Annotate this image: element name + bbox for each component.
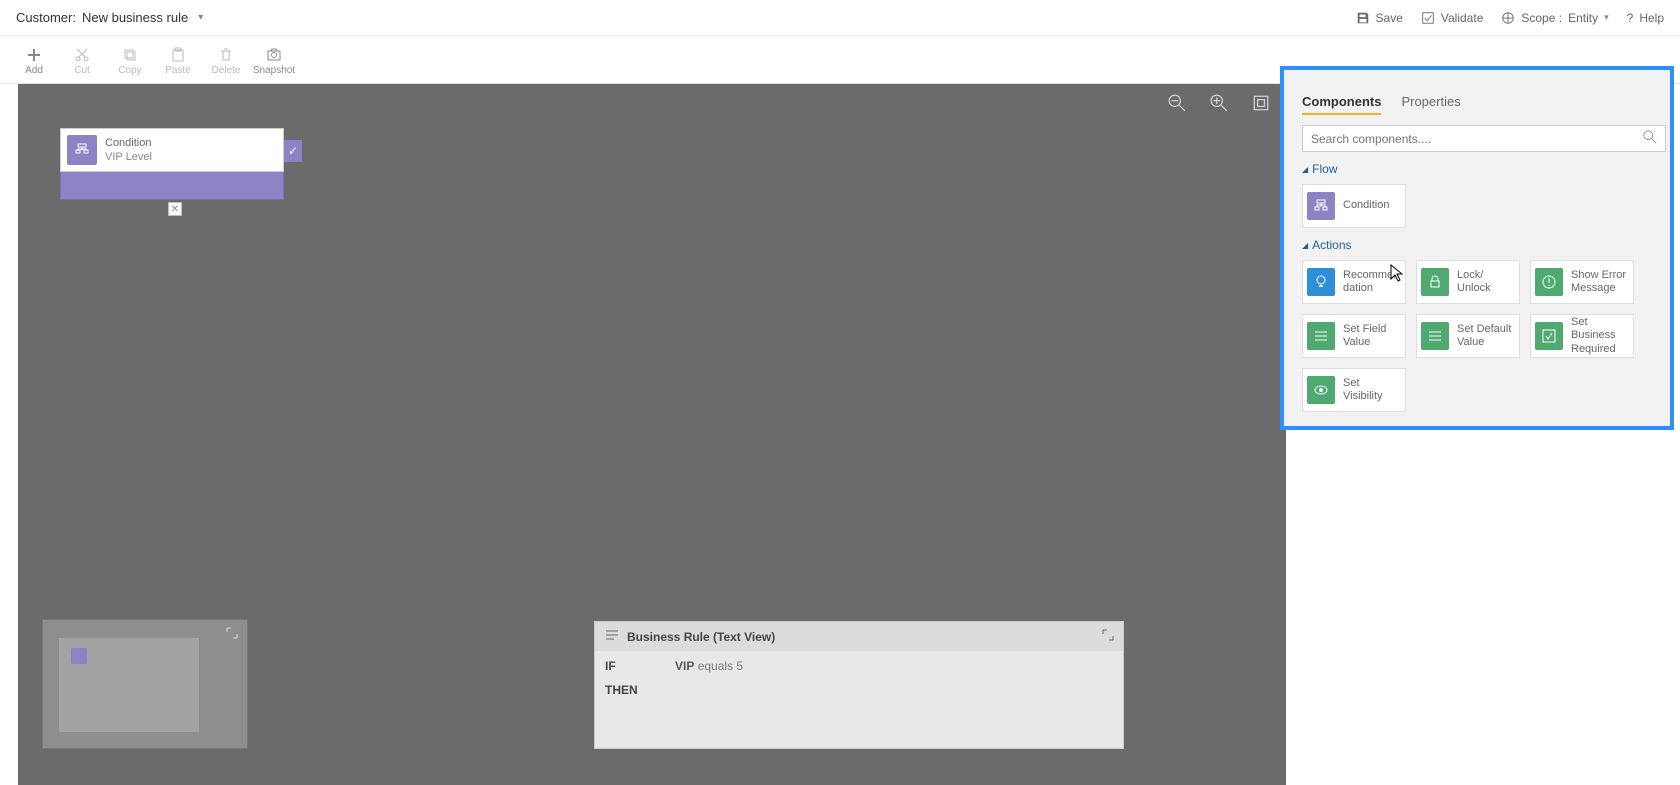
header-actions: Save Validate Scope : Entity ▾ ? Help <box>1356 11 1664 25</box>
text-view-if: IF VIP equals 5 <box>605 659 1113 673</box>
error-icon <box>1535 268 1563 296</box>
eye-icon <box>1307 376 1335 404</box>
condition-icon <box>1307 192 1335 220</box>
default-icon <box>1421 322 1449 350</box>
minimap-node <box>71 648 87 664</box>
text-view-icon <box>605 628 619 645</box>
design-canvas[interactable]: Condition VIP Level ✓ ✕ Business Rule (T… <box>18 84 1286 785</box>
collapse-icon: ◢ <box>1302 241 1308 250</box>
then-keyword: THEN <box>605 683 638 697</box>
entity-label: Customer: <box>16 10 76 25</box>
copy-label: Copy <box>118 65 141 76</box>
snapshot-button[interactable]: Snapshot <box>250 42 298 80</box>
save-button[interactable]: Save <box>1356 11 1403 25</box>
header-bar: Customer: New business rule ▾ Save Valid… <box>0 0 1680 36</box>
tab-components[interactable]: Components <box>1302 94 1381 115</box>
chevron-down-icon: ▾ <box>1604 12 1609 23</box>
search-input[interactable] <box>1311 132 1643 146</box>
condition-text: Condition VIP Level <box>105 136 152 165</box>
text-view-title: Business Rule (Text View) <box>627 630 775 644</box>
save-icon <box>1356 11 1370 25</box>
cut-icon <box>74 47 90 63</box>
condition-node[interactable]: Condition VIP Level ✓ ✕ <box>60 128 284 192</box>
camera-icon <box>266 47 282 63</box>
text-view-panel: Business Rule (Text View) IF VIP equals … <box>594 621 1124 749</box>
scope-icon <box>1501 11 1515 25</box>
condition-icon <box>67 135 97 165</box>
trash-icon <box>218 47 234 63</box>
help-button[interactable]: ? Help <box>1627 11 1664 25</box>
paste-button[interactable]: Paste <box>154 42 202 80</box>
lightbulb-icon <box>1307 268 1335 296</box>
lock-icon <box>1421 268 1449 296</box>
condition-valid-icon: ✓ <box>284 140 302 162</box>
collapse-icon[interactable]: ✕ <box>168 202 182 216</box>
plus-icon <box>26 47 42 63</box>
paste-icon <box>170 47 186 63</box>
help-label: Help <box>1639 11 1664 25</box>
condition-title: Condition <box>105 136 152 150</box>
expand-icon[interactable] <box>1101 628 1115 642</box>
component-set-default-value[interactable]: Set Default Value <box>1416 314 1520 358</box>
validate-label: Validate <box>1441 11 1483 25</box>
fit-icon[interactable] <box>1252 94 1270 112</box>
collapse-icon: ◢ <box>1302 165 1308 174</box>
cut-label: Cut <box>74 65 90 76</box>
text-view-header[interactable]: Business Rule (Text View) <box>595 622 1123 651</box>
add-label: Add <box>25 65 43 76</box>
component-condition[interactable]: Condition <box>1302 184 1406 228</box>
condition-subtitle: VIP Level <box>105 150 152 164</box>
zoom-out-icon[interactable] <box>1168 94 1186 112</box>
save-label: Save <box>1376 11 1403 25</box>
text-view-body: IF VIP equals 5 THEN <box>595 651 1123 715</box>
panel-tabs: Components Properties <box>1298 94 1670 125</box>
if-keyword: IF <box>605 659 616 673</box>
component-set-field-value[interactable]: Set Field Value <box>1302 314 1406 358</box>
chevron-down-icon[interactable]: ▾ <box>198 12 203 23</box>
rule-name: New business rule <box>82 10 188 25</box>
component-show-error[interactable]: Show Error Message <box>1530 260 1634 304</box>
scope-value: Entity <box>1568 11 1598 25</box>
field-icon <box>1307 322 1335 350</box>
search-icon[interactable] <box>1643 130 1657 147</box>
text-view-then: THEN <box>605 683 1113 697</box>
mouse-cursor-icon <box>1390 264 1404 282</box>
cut-button[interactable]: Cut <box>58 42 106 80</box>
required-icon <box>1535 322 1563 350</box>
right-panel: Components Properties ◢Flow Condition ◢A… <box>1286 84 1680 785</box>
main-area: Condition VIP Level ✓ ✕ Business Rule (T… <box>0 84 1680 785</box>
help-icon: ? <box>1627 11 1634 25</box>
delete-button[interactable]: Delete <box>202 42 250 80</box>
component-lock-unlock[interactable]: Lock/ Unlock <box>1416 260 1520 304</box>
snapshot-label: Snapshot <box>253 65 295 76</box>
zoom-in-icon[interactable] <box>1210 94 1228 112</box>
paste-label: Paste <box>165 65 191 76</box>
breadcrumb[interactable]: Customer: New business rule ▾ <box>16 10 203 25</box>
copy-button[interactable]: Copy <box>106 42 154 80</box>
condition-header[interactable]: Condition VIP Level ✓ <box>60 128 284 172</box>
scope-label: Scope : <box>1521 11 1562 25</box>
group-actions[interactable]: ◢Actions <box>1302 238 1666 252</box>
group-flow[interactable]: ◢Flow <box>1302 162 1666 176</box>
add-button[interactable]: Add <box>10 42 58 80</box>
canvas-tools <box>1168 94 1270 112</box>
validate-button[interactable]: Validate <box>1421 11 1483 25</box>
minimap[interactable] <box>42 619 248 749</box>
component-set-business-required[interactable]: Set Business Required <box>1530 314 1634 358</box>
tab-properties[interactable]: Properties <box>1401 94 1460 115</box>
validate-icon <box>1421 11 1435 25</box>
expand-icon[interactable] <box>225 626 239 640</box>
component-set-visibility[interactable]: Set Visibility <box>1302 368 1406 412</box>
copy-icon <box>122 47 138 63</box>
scope-selector[interactable]: Scope : Entity ▾ <box>1501 11 1608 25</box>
delete-label: Delete <box>212 65 241 76</box>
condition-body[interactable] <box>60 172 284 200</box>
search-components[interactable] <box>1302 125 1666 152</box>
